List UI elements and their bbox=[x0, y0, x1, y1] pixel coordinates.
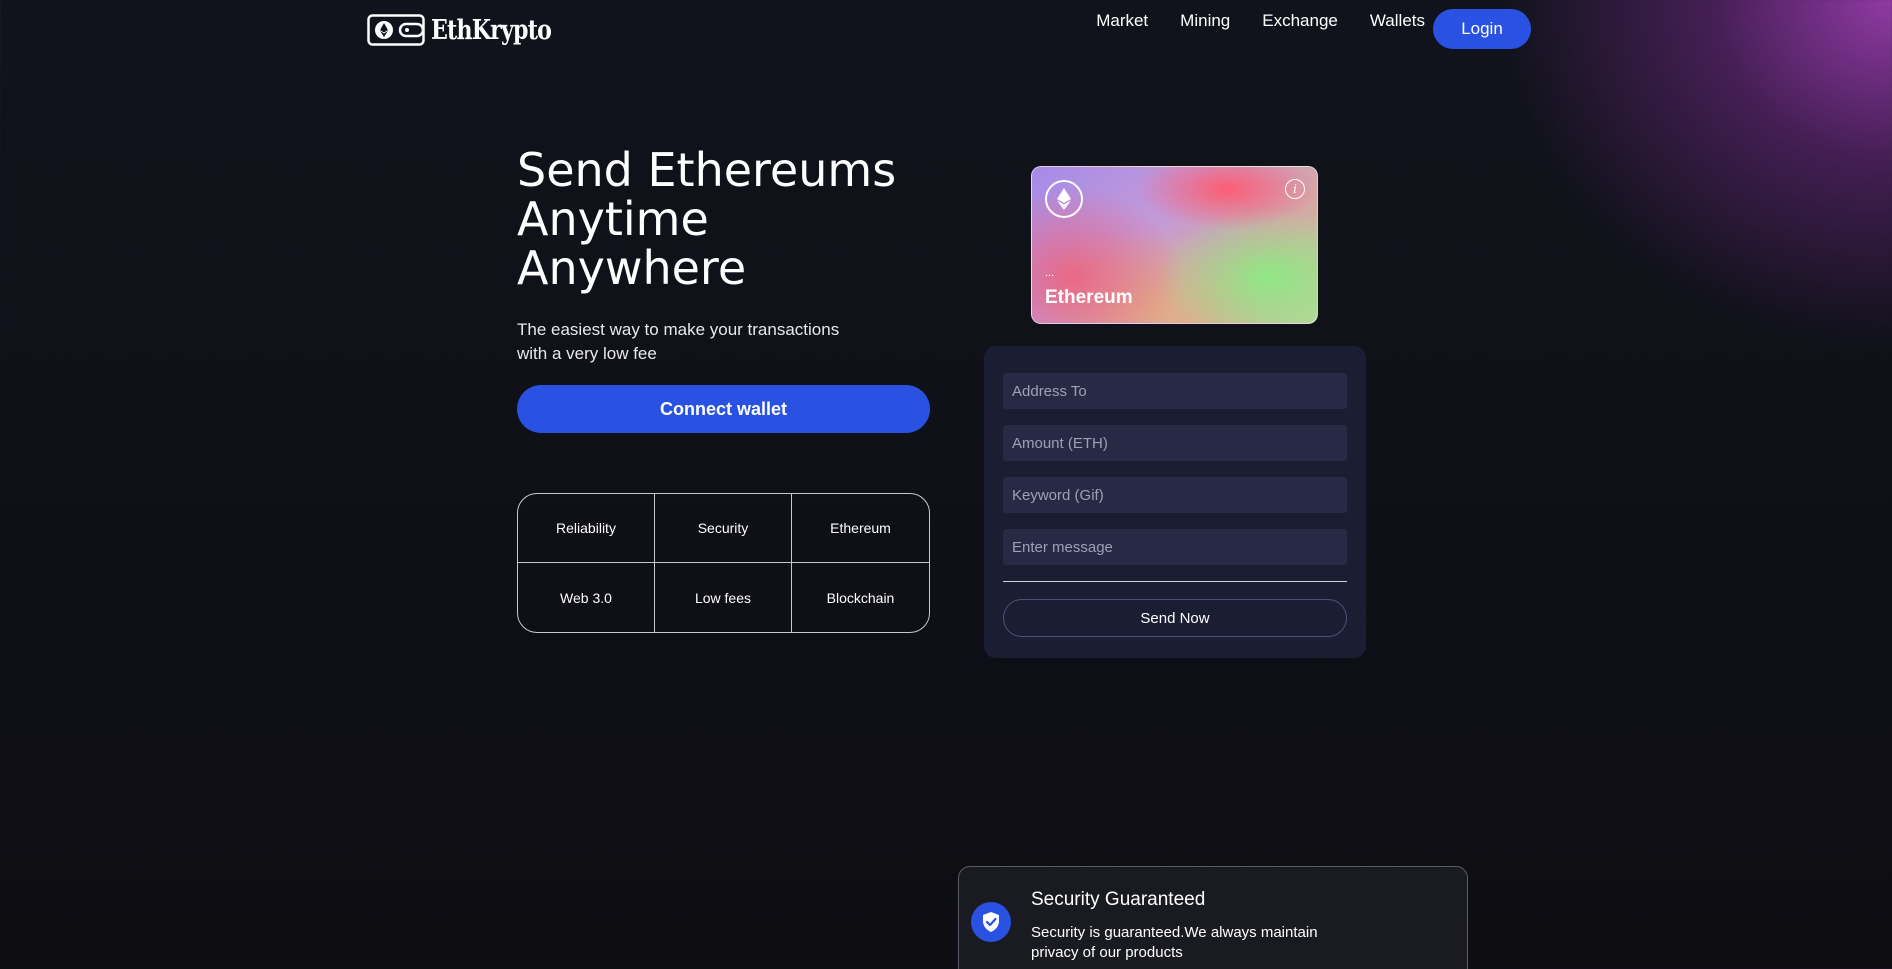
nav-item-wallets[interactable]: Wallets bbox=[1370, 11, 1425, 31]
nav-item-market[interactable]: Market bbox=[1096, 11, 1148, 31]
feature-blockchain: Blockchain bbox=[826, 589, 895, 606]
security-card: Security Guaranteed Security is guarante… bbox=[958, 866, 1468, 969]
info-icon[interactable]: i bbox=[1285, 179, 1305, 199]
address-to-input[interactable] bbox=[1003, 373, 1347, 409]
feature-grid: Reliability Security Ethereum Web 3.0 Lo… bbox=[517, 493, 930, 633]
hero-subtitle-line: with a very low fee bbox=[517, 344, 657, 363]
shield-check-icon bbox=[971, 902, 1011, 942]
main-nav: Market Mining Exchange Wallets bbox=[1096, 0, 1425, 52]
security-title: Security Guaranteed bbox=[1031, 889, 1206, 910]
logo[interactable]: EthKrypto bbox=[367, 14, 577, 46]
send-form: Send Now bbox=[984, 346, 1366, 658]
form-divider bbox=[1003, 581, 1347, 582]
card-title: Ethereum bbox=[1045, 287, 1133, 308]
hero-title: Send Ethereums Anytime Anywhere bbox=[517, 146, 937, 293]
brand-name: EthKrypto bbox=[431, 14, 552, 46]
feature-ethereum: Ethereum bbox=[792, 494, 929, 563]
nav-item-exchange[interactable]: Exchange bbox=[1262, 11, 1338, 31]
login-button[interactable]: Login bbox=[1433, 9, 1531, 49]
ethereum-icon bbox=[1045, 180, 1083, 218]
hero-subtitle-line: The easiest way to make your transaction… bbox=[517, 320, 840, 339]
connect-wallet-button[interactable]: Connect wallet bbox=[517, 385, 930, 433]
feature-web3: Web 3.0 bbox=[518, 563, 655, 632]
hero-title-line: Anytime bbox=[517, 192, 709, 246]
card-address: ... bbox=[1045, 267, 1055, 279]
keyword-input[interactable] bbox=[1003, 477, 1347, 513]
security-text: Security is guaranteed.We always maintai… bbox=[1031, 924, 1318, 961]
feature-low-fees: Low fees bbox=[655, 563, 792, 632]
hero-subtitle: The easiest way to make your transaction… bbox=[517, 318, 857, 366]
send-now-button[interactable]: Send Now bbox=[1003, 599, 1347, 637]
wallet-icon bbox=[367, 14, 425, 46]
message-input[interactable] bbox=[1003, 529, 1347, 565]
hero-title-line: Send Ethereums bbox=[517, 143, 897, 197]
feature-security: Security bbox=[655, 494, 792, 563]
feature-reliability: Reliability bbox=[518, 494, 655, 563]
hero-title-line: Anywhere bbox=[517, 241, 747, 295]
ethereum-card: i ... Ethereum bbox=[1031, 166, 1318, 324]
nav-item-mining[interactable]: Mining bbox=[1180, 11, 1230, 31]
amount-input[interactable] bbox=[1003, 425, 1347, 461]
